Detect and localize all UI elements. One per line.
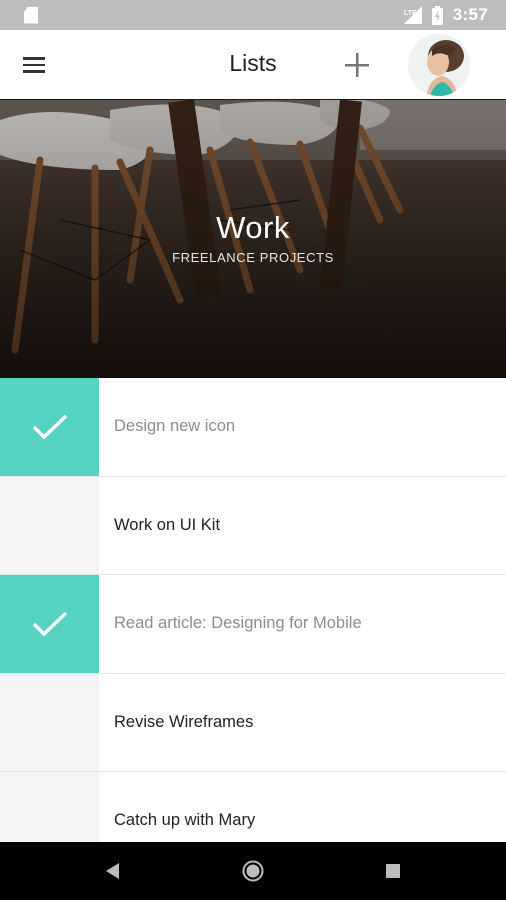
signal-icon: LTE [403, 6, 422, 24]
avatar[interactable] [408, 34, 470, 96]
battery-icon [431, 5, 443, 25]
list-subtitle: FREELANCE PROJECTS [172, 250, 334, 265]
list-hero-banner: Work FREELANCE PROJECTS [0, 100, 506, 378]
status-time: 3:57 [452, 5, 488, 24]
task-row[interactable]: Work on UI Kit [0, 476, 506, 575]
status-bar: LTE 3:57 [0, 0, 506, 30]
task-row[interactable]: Read article: Designing for Mobile [0, 575, 506, 674]
svg-text:LTE: LTE [404, 10, 417, 17]
status-left [24, 6, 38, 24]
task-checkbox[interactable] [0, 575, 99, 673]
task-label: Work on UI Kit [99, 476, 506, 574]
checkmark-icon [32, 414, 67, 440]
task-checkbox[interactable] [0, 673, 99, 771]
task-checkbox[interactable] [0, 378, 99, 476]
status-right: LTE 3:57 [402, 5, 488, 25]
checkmark-icon [32, 611, 67, 637]
home-icon[interactable] [241, 859, 265, 883]
system-nav-bar [0, 842, 506, 900]
task-checkbox[interactable] [0, 476, 99, 574]
task-row[interactable]: Design new icon [0, 378, 506, 477]
recents-icon[interactable] [381, 859, 405, 883]
task-label: Revise Wireframes [99, 673, 506, 771]
add-list-button[interactable] [340, 48, 374, 82]
plus-icon [345, 53, 369, 77]
app-bar: Lists [0, 30, 506, 100]
task-list: Design new icon Work on UI Kit Read arti… [0, 378, 506, 871]
task-label: Read article: Designing for Mobile [99, 575, 506, 673]
avatar-photo [408, 34, 470, 96]
task-row[interactable]: Revise Wireframes [0, 673, 506, 772]
list-title: Work [216, 210, 290, 245]
task-label: Design new icon [99, 378, 506, 476]
back-icon[interactable] [101, 859, 125, 883]
sd-card-icon [24, 6, 38, 24]
